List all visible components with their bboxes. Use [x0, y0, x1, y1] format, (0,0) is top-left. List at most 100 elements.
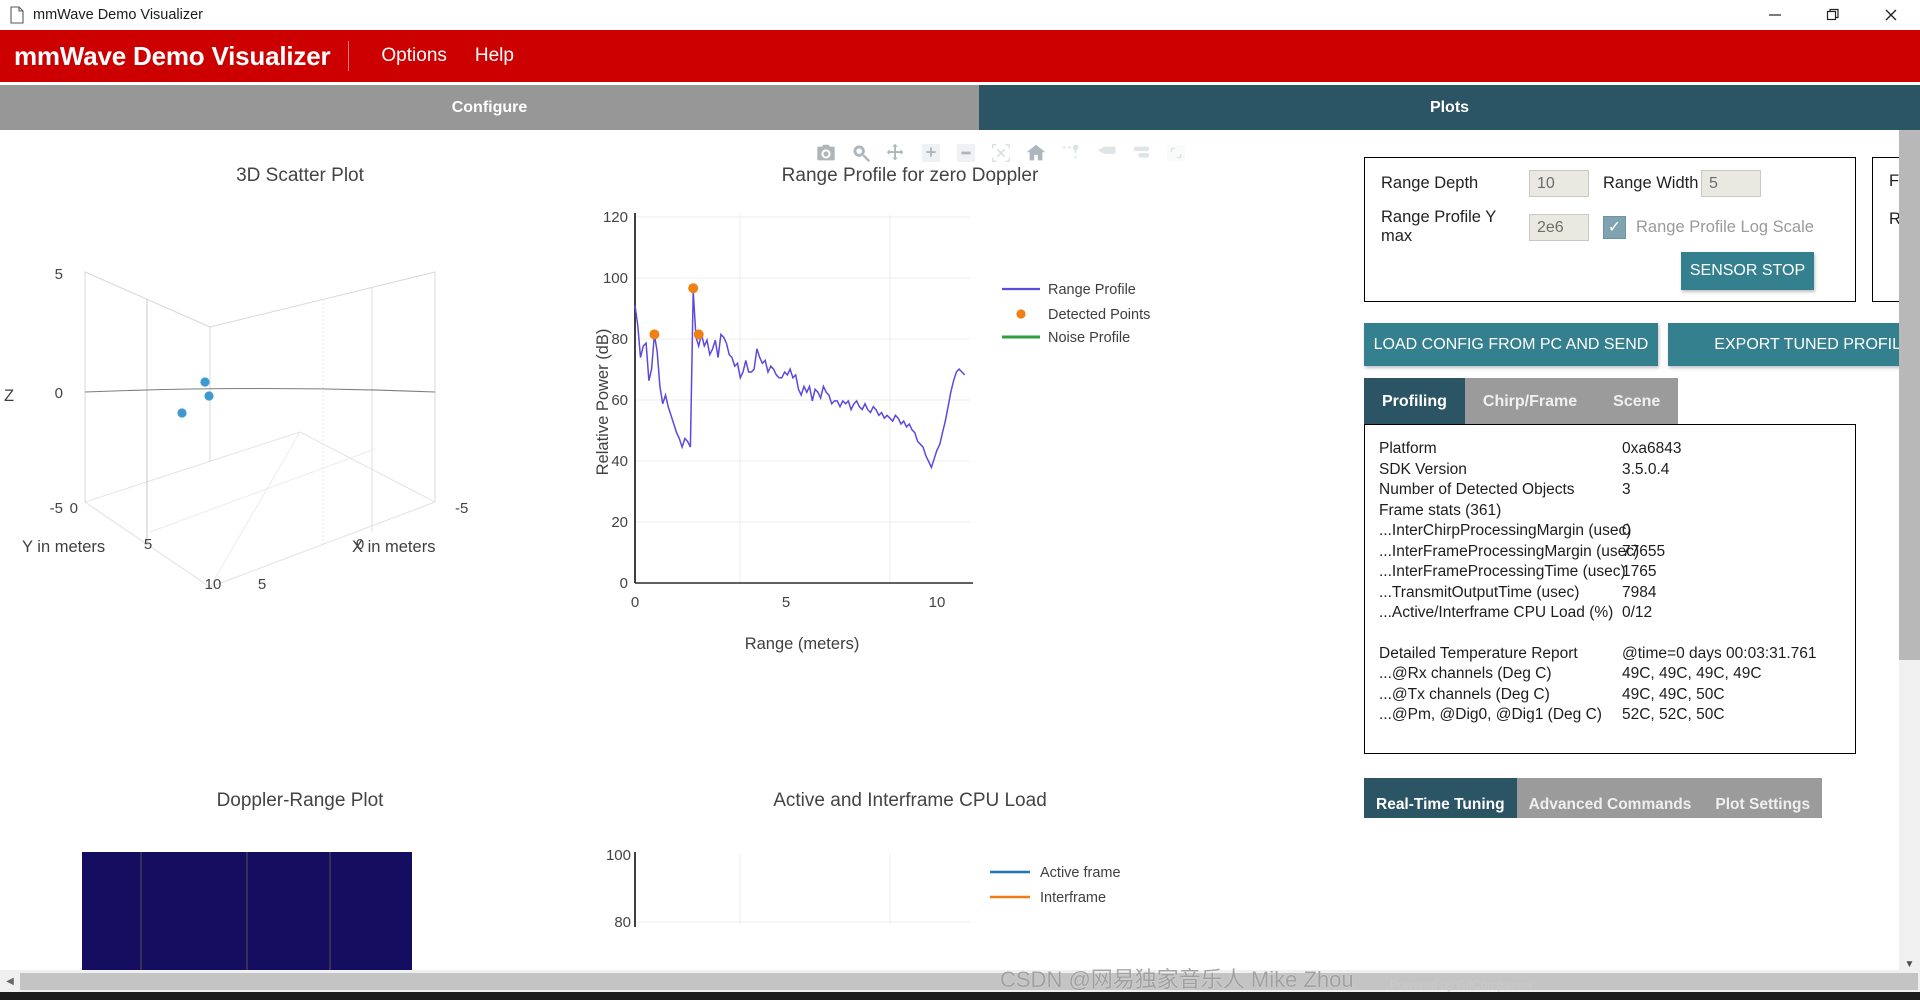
menu-help[interactable]: Help — [461, 39, 528, 73]
cpu-load-canvas[interactable]: 100 80 Active frame Interframe — [590, 812, 1230, 982]
tab-advanced-commands[interactable]: Advanced Commands — [1516, 778, 1704, 818]
profiling-tab-bar: Profiling Chirp/Frame Scene — [1364, 378, 1856, 425]
detected-point — [688, 283, 699, 294]
tab-plot-settings[interactable]: Plot Settings — [1703, 778, 1823, 818]
load-config-button[interactable]: LOAD CONFIG FROM PC AND SEND — [1364, 323, 1658, 366]
scatter3d-canvas[interactable]: 5 0 -5 Z 0 5 10 Y in meters -5 0 5 X in … — [0, 187, 600, 657]
profiling-row: Number of Detected Objects 3 — [1379, 480, 1855, 501]
profiling-row: Platform 0xa6843 — [1379, 439, 1855, 460]
minimize-button[interactable] — [1746, 0, 1804, 30]
rp-xtick-0: 0 — [631, 594, 639, 611]
rp-ytick-100: 100 — [603, 270, 628, 287]
range-width-input[interactable]: 5 — [1701, 170, 1761, 197]
sensor-stop-button[interactable]: SENSOR STOP — [1681, 252, 1814, 290]
rp-xtick-10: 10 — [929, 594, 946, 611]
tab-scene[interactable]: Scene — [1595, 378, 1679, 425]
profiling-row: ...TransmitOutputTime (usec) 7984 — [1379, 583, 1855, 604]
zoom-out-icon[interactable] — [955, 142, 977, 164]
scatter3d-z-tick-5: 5 — [55, 266, 63, 283]
pan-icon[interactable] — [885, 142, 907, 164]
profiling-content-panel: Platform 0xa6843 SDK Version 3.5.0.4 Number … — [1364, 424, 1856, 754]
profiling-row-value: 49C, 49C, 49C, 49C — [1622, 665, 1762, 682]
profiling-row-key: SDK Version — [1379, 460, 1467, 478]
profiling-row: Detailed Temperature Report @time=0 days … — [1379, 644, 1855, 665]
tab-configure[interactable]: Configure — [0, 85, 979, 130]
tab-plots[interactable]: Plots — [979, 85, 1920, 130]
profiling-row-key: Frame stats (361) — [1379, 501, 1502, 519]
profiling-row-key: ...InterChirpProcessingMargin (usec) — [1379, 522, 1632, 539]
vertical-scrollbar-thumb[interactable] — [1899, 130, 1920, 660]
rp-x-axis-label: Range (meters) — [745, 635, 860, 653]
horizontal-scrollbar[interactable]: ◀ — [0, 970, 1920, 992]
window-title: mmWave Demo Visualizer — [33, 7, 204, 23]
profiling-row: ...@Pm, @Dig0, @Dig1 (Deg C) 52C, 52C, 50… — [1379, 705, 1855, 726]
maximize-button[interactable] — [1804, 0, 1862, 30]
rp-ytick-60: 60 — [611, 392, 628, 409]
home-icon[interactable] — [1025, 142, 1047, 164]
scatter3d-panel: 3D Scatter Plot 5 0 -5 Z 0 5 10 Y in met… — [0, 165, 600, 665]
range-profile-title: Range Profile for zero Doppler — [781, 165, 1039, 186]
profiling-row-value: @time=0 days 00:03:31.761 — [1622, 644, 1817, 662]
cpu-ytick-80: 80 — [614, 914, 631, 931]
hover-closest-icon[interactable] — [1130, 142, 1152, 164]
profiling-row-key: ...@Tx channels (Deg C) — [1379, 685, 1550, 703]
export-profile-button[interactable]: EXPORT TUNED PROFILE — [1668, 323, 1920, 366]
menu-options[interactable]: Options — [367, 39, 460, 73]
profiling-row: ...InterFrameProcessingMargin (usec) 7765… — [1379, 542, 1855, 563]
doppler-range-canvas[interactable] — [0, 812, 600, 982]
rp-y-axis-label: Relative Power (dB) — [594, 329, 612, 476]
document-icon — [10, 6, 24, 24]
scatter3d-title: 3D Scatter Plot — [236, 165, 364, 186]
horizontal-scrollbar-thumb[interactable] — [20, 972, 1918, 990]
vertical-scrollbar[interactable]: ▼ — [1899, 130, 1920, 975]
scroll-left-arrow-icon[interactable]: ◀ — [0, 970, 20, 992]
rp-legend-detected-points: Detected Points — [1048, 307, 1150, 323]
range-depth-input[interactable]: 10 — [1529, 170, 1589, 197]
profiling-row: ...InterChirpProcessingMargin (usec) 0 — [1379, 521, 1855, 542]
spike-lines-icon[interactable] — [1060, 142, 1082, 164]
range-profile-canvas[interactable]: 120 100 80 60 40 20 0 0 5 10 Relative Po… — [590, 187, 1230, 757]
rp-ytick-40: 40 — [611, 453, 628, 470]
autoscale-icon[interactable] — [990, 142, 1012, 164]
hover-compare-icon[interactable] — [1095, 142, 1117, 164]
profiling-row-value: 1765 — [1622, 563, 1657, 580]
zoom-icon[interactable] — [850, 142, 872, 164]
detected-point — [693, 329, 704, 340]
bottom-tab-bar: Real-Time Tuning Advanced Commands Plot … — [1364, 778, 1856, 818]
range-profile-ymax-input[interactable]: 2e6 — [1529, 213, 1589, 241]
bottom-status-bar — [0, 992, 1920, 1000]
range-profile-ymax-label: Range Profile Y max — [1381, 208, 1496, 245]
camera-icon[interactable] — [815, 142, 837, 164]
scatter3d-z-tick-neg5: -5 — [50, 500, 63, 517]
close-button[interactable] — [1862, 0, 1920, 30]
detected-point — [649, 329, 660, 340]
range-profile-legend: Range Profile Detected Points Noise Prof… — [1002, 282, 1150, 346]
profiling-row: Frame stats (361) — [1379, 501, 1855, 522]
cut-panel-row1-label: F — [1889, 172, 1900, 190]
profiling-row-key: ...@Pm, @Dig0, @Dig1 (Deg C) — [1379, 706, 1602, 723]
fullscreen-icon[interactable] — [1165, 142, 1187, 164]
scatter3d-x-axis-label: X in meters — [352, 538, 435, 556]
range-profile-trace — [634, 290, 966, 470]
doppler-range-title: Doppler-Range Plot — [216, 790, 384, 811]
range-depth-row: Range Depth 10 Range Width 5 — [1381, 170, 1761, 197]
tab-profiling[interactable]: Profiling — [1364, 378, 1465, 425]
tab-chirp-frame[interactable]: Chirp/Frame — [1464, 378, 1596, 425]
rp-xtick-5: 5 — [782, 594, 790, 611]
range-width-label: Range Width — [1603, 174, 1699, 192]
profiling-row-key: ...TransmitOutputTime (usec) — [1379, 583, 1580, 601]
zoom-in-icon[interactable] — [920, 142, 942, 164]
profiling-row-spacer — [1379, 624, 1855, 644]
application-window: mmWave Demo Visualizer mmWave Demo Visua… — [0, 0, 1920, 1000]
range-profile-log-checkbox[interactable]: ✓ — [1603, 215, 1626, 239]
scatter3d-z-tick-0: 0 — [55, 385, 63, 402]
plotly-modebar — [815, 138, 1235, 168]
profiling-row-key: Detailed Temperature Report — [1379, 644, 1578, 662]
tab-real-time-tuning[interactable]: Real-Time Tuning — [1364, 778, 1517, 818]
cpu-load-title: Active and Interframe CPU Load — [773, 790, 1047, 811]
profiling-row: SDK Version 3.5.0.4 — [1379, 460, 1855, 481]
profiling-row-key: Number of Detected Objects — [1379, 481, 1575, 498]
scatter3d-y-tick-10: 10 — [205, 576, 222, 593]
cpu-legend-active-frame: Active frame — [1040, 865, 1121, 881]
rp-ytick-80: 80 — [611, 331, 628, 348]
